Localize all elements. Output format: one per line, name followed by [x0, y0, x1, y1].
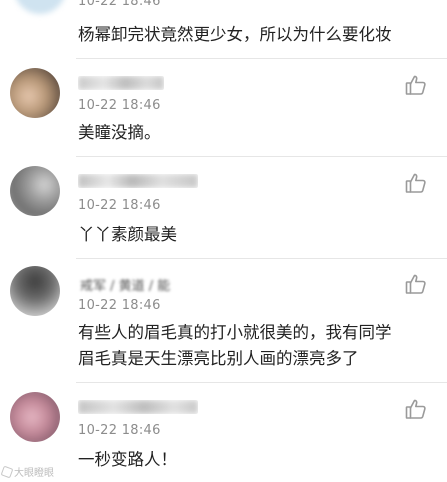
comment-time: 10-22 18:46	[78, 98, 161, 113]
watermark-logo-icon	[0, 465, 14, 478]
avatar[interactable]	[10, 166, 60, 216]
thumbs-up-icon[interactable]	[404, 272, 428, 296]
avatar[interactable]	[10, 266, 60, 316]
divider	[76, 258, 447, 259]
divider	[76, 156, 447, 157]
thumbs-up-icon[interactable]	[404, 171, 428, 195]
comment-text-line: 眉毛真是天生漂亮比别人画的漂亮多了	[78, 349, 359, 368]
comment-text-line: 有些人的眉毛真的打小就很美的，我有同学	[78, 323, 392, 342]
comment-time: 10-22 18:46	[78, 198, 161, 213]
comment-text: 一秒变路人！	[78, 450, 177, 469]
avatar[interactable]	[10, 68, 60, 118]
watermark-text: 大眼瞪眼	[14, 468, 54, 479]
username-blurred[interactable]	[78, 76, 164, 90]
divider	[76, 382, 447, 383]
comment-text: 美瞳没摘。	[78, 123, 161, 142]
thumbs-up-icon[interactable]	[404, 73, 428, 97]
comment-time: 10-22 18:46	[78, 0, 161, 9]
comment-text: 杨幂卸完状竟然更少女，所以为什么要化妆	[78, 25, 392, 44]
username-blurred[interactable]: 戒军 / 黄道 / 能	[80, 275, 170, 294]
comment-time: 10-22 18:46	[78, 298, 161, 313]
username-blurred[interactable]	[78, 400, 198, 414]
avatar[interactable]	[10, 392, 60, 442]
comment-text: 丫丫素颜最美	[78, 225, 177, 244]
avatar[interactable]	[14, 0, 66, 14]
watermark: 大眼瞪眼	[0, 464, 54, 479]
username-blurred[interactable]	[78, 174, 198, 188]
divider	[76, 58, 447, 59]
thumbs-up-icon[interactable]	[404, 397, 428, 421]
comment-time: 10-22 18:46	[78, 423, 161, 438]
